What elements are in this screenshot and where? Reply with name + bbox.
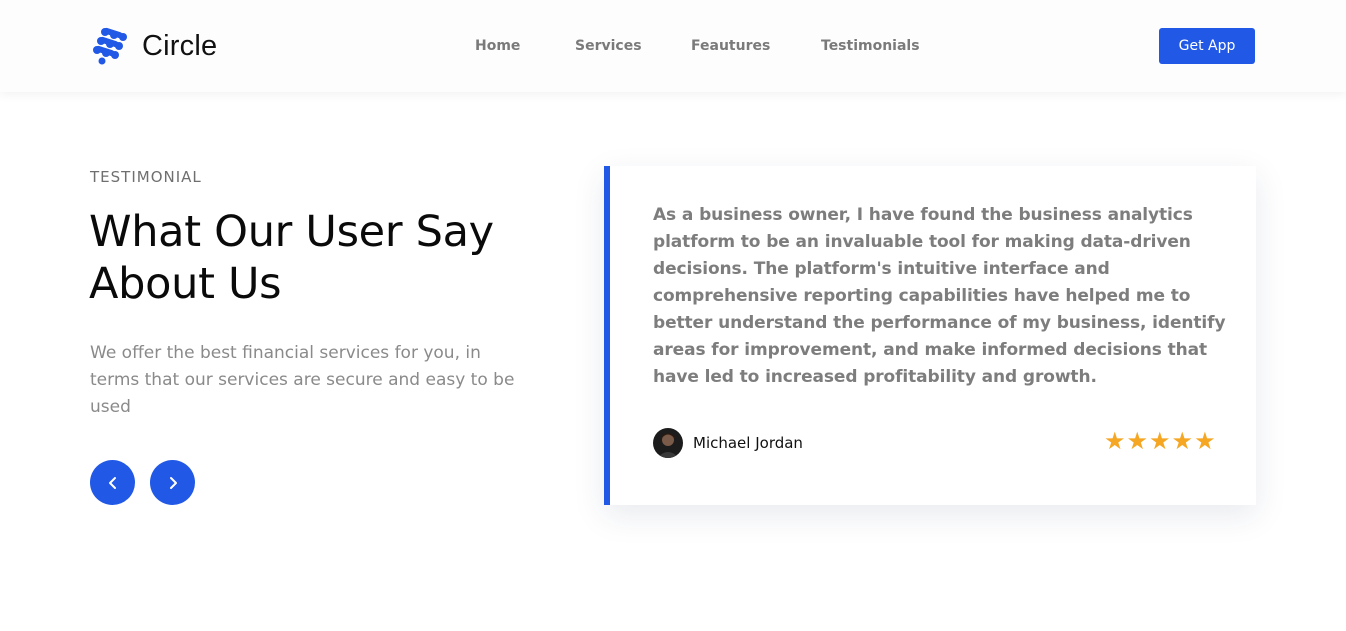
nav-home-link[interactable]: Home xyxy=(475,36,520,56)
author-name: Michael Jordan xyxy=(693,434,803,452)
headline-line-2: About Us xyxy=(89,259,282,309)
previous-testimonial-button[interactable] xyxy=(90,460,135,505)
testimonial-card: As a business owner, I have found the bu… xyxy=(604,166,1256,505)
site-header: Circle Home Services Feautures Testimoni… xyxy=(0,0,1346,92)
chevron-left-icon xyxy=(108,476,116,489)
circle-dots-logo-icon xyxy=(93,27,127,65)
author-avatar xyxy=(653,428,683,458)
chevron-right-icon xyxy=(169,476,177,489)
get-app-button[interactable]: Get App xyxy=(1159,28,1255,64)
testimonial-quote: As a business owner, I have found the bu… xyxy=(653,205,1226,387)
nav-services-link[interactable]: Services xyxy=(575,36,642,56)
section-eyebrow: TESTIMONIAL xyxy=(90,168,202,186)
nav-testimonials-link[interactable]: Testimonials xyxy=(821,36,920,56)
nav-features-link[interactable]: Feautures xyxy=(691,36,770,56)
avatar-image xyxy=(653,428,683,458)
section-lead: We offer the best financial services for… xyxy=(90,343,515,417)
brand-logo[interactable]: Circle xyxy=(92,26,217,66)
brand-name: Circle xyxy=(142,29,218,62)
section-headline: What Our User Say About Us xyxy=(89,206,549,310)
next-testimonial-button[interactable] xyxy=(150,460,195,505)
star-rating: ★★★★★ xyxy=(1104,427,1217,455)
headline-line-1: What Our User Say xyxy=(89,207,494,257)
